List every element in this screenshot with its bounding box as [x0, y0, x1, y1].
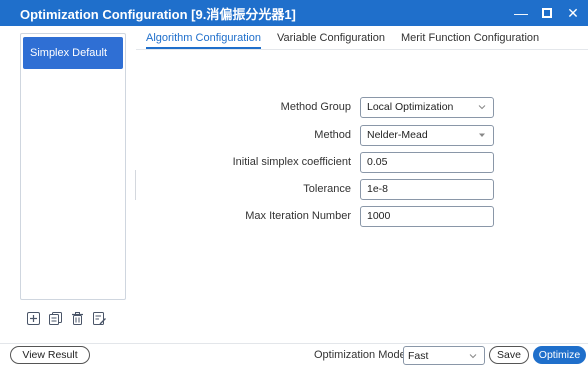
- title-bar: Optimization Configuration [9.消偏振分光器1] —…: [0, 0, 588, 26]
- config-tabs: Algorithm Configuration Variable Configu…: [146, 32, 539, 49]
- optimization-mode-select[interactable]: Fast: [403, 346, 485, 365]
- initial-simplex-coefficient-row: Initial simplex coefficient: [220, 151, 504, 173]
- minimize-button[interactable]: —: [514, 6, 528, 20]
- panel-splitter[interactable]: [135, 170, 137, 200]
- delete-icon[interactable]: [71, 312, 84, 325]
- method-select[interactable]: Nelder-Mead: [360, 124, 494, 146]
- max-iteration-number-input[interactable]: [367, 207, 487, 225]
- copy-icon[interactable]: [49, 312, 62, 325]
- method-group-label: Method Group: [280, 101, 351, 113]
- initial-simplex-coefficient-input[interactable]: [367, 153, 487, 171]
- list-item-simplex-default[interactable]: Simplex Default: [23, 37, 123, 69]
- view-result-button[interactable]: View Result: [10, 346, 90, 364]
- window-controls: — ✕: [514, 6, 588, 20]
- initial-simplex-coefficient-label: Initial simplex coefficient: [232, 156, 351, 168]
- tolerance-field[interactable]: [360, 178, 494, 200]
- max-iteration-number-field[interactable]: [360, 205, 494, 227]
- tolerance-input[interactable]: [367, 180, 487, 198]
- max-iteration-number-label: Max Iteration Number: [245, 210, 351, 222]
- optimization-mode-value: Fast: [408, 349, 429, 362]
- caret-down-icon: [479, 133, 485, 137]
- initial-simplex-coefficient-field[interactable]: [360, 151, 494, 173]
- method-row: Method Nelder-Mead: [220, 124, 504, 146]
- tolerance-label: Tolerance: [303, 183, 351, 195]
- tab-merit-function-configuration[interactable]: Merit Function Configuration: [401, 32, 539, 49]
- tab-algorithm-configuration[interactable]: Algorithm Configuration: [146, 32, 261, 49]
- method-group-value: Local Optimization: [367, 101, 454, 113]
- tolerance-row: Tolerance: [220, 178, 504, 200]
- close-button[interactable]: ✕: [566, 6, 580, 20]
- method-group-select[interactable]: Local Optimization: [360, 96, 494, 118]
- method-label: Method: [314, 129, 351, 141]
- window-title: Optimization Configuration [9.消偏振分光器1]: [20, 6, 296, 22]
- edit-icon[interactable]: [93, 312, 106, 325]
- method-group-row: Method Group Local Optimization: [220, 96, 504, 118]
- chevron-down-icon: [478, 104, 486, 109]
- add-icon[interactable]: [27, 312, 40, 325]
- list-item-label: Simplex Default: [30, 47, 108, 59]
- method-value: Nelder-Mead: [367, 129, 428, 141]
- optimize-button[interactable]: Optimize: [533, 346, 586, 364]
- chevron-down-icon: [469, 354, 477, 359]
- max-iteration-number-row: Max Iteration Number: [220, 205, 504, 227]
- list-toolbar: [27, 312, 106, 325]
- maximize-button[interactable]: [542, 8, 552, 18]
- tabs-divider: [136, 49, 588, 50]
- optimization-mode-label: Optimization Mode:: [314, 349, 409, 361]
- save-button[interactable]: Save: [489, 346, 529, 364]
- configuration-list: Simplex Default: [20, 33, 126, 300]
- tab-variable-configuration[interactable]: Variable Configuration: [277, 32, 385, 49]
